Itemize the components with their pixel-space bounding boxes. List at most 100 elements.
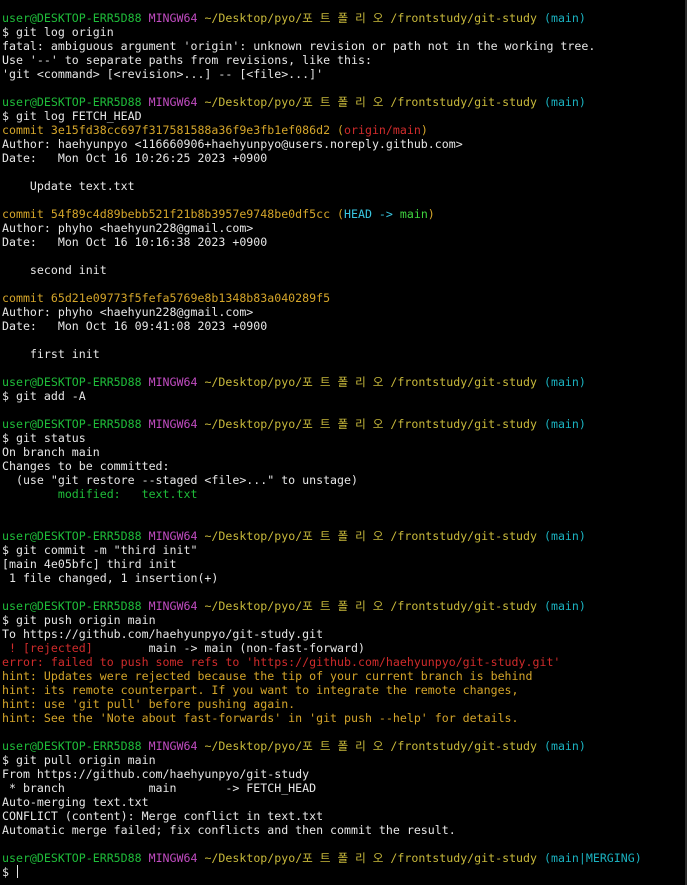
commit-author: Author: phyho <haehyun228@gmail.com> bbox=[2, 305, 254, 319]
command-text: git add -A bbox=[8, 389, 86, 403]
command-line: $ git status bbox=[2, 431, 687, 445]
prompt-user-host: user@DESKTOP-ERR5D88 bbox=[2, 375, 142, 389]
commit-ref-head: HEAD bbox=[344, 207, 372, 221]
prompt-line: user@DESKTOP-ERR5D88 MINGW64 ~/Desktop/p… bbox=[2, 375, 687, 389]
prompt-user-host: user@DESKTOP-ERR5D88 bbox=[2, 417, 142, 431]
push-rejected-line: ! [rejected] main -> main (non-fast-forw… bbox=[2, 641, 687, 655]
prompt-shell: MINGW64 bbox=[148, 599, 198, 613]
output-line: To https://github.com/haehyunpyo/git-stu… bbox=[2, 627, 324, 641]
commit-author: Author: haehyunpyo <116660906+haehyunpyo… bbox=[2, 137, 463, 151]
prompt-dollar: $ bbox=[2, 543, 9, 557]
commit-date: Date: Mon Oct 16 10:26:25 2023 +0900 bbox=[2, 151, 268, 165]
commit-hash: commit 54f89c4d89bebb521f21b8b3957e9748b… bbox=[2, 207, 331, 221]
command-line: $ git commit -m "third init" bbox=[2, 543, 687, 557]
hint-line: hint: use 'git pull' before pushing agai… bbox=[2, 697, 296, 711]
prompt-dollar: $ bbox=[2, 613, 9, 627]
command-line: $ git log origin bbox=[2, 25, 687, 39]
prompt-line: user@DESKTOP-ERR5D88 MINGW64 ~/Desktop/p… bbox=[2, 529, 687, 543]
hint-line: hint: Updates were rejected because the … bbox=[2, 669, 533, 683]
prompt-line: user@DESKTOP-ERR5D88 MINGW64 ~/Desktop/p… bbox=[2, 11, 687, 25]
commit-date: Date: Mon Oct 16 09:41:08 2023 +0900 bbox=[2, 319, 268, 333]
prompt-path: ~/Desktop/pyo/포 트 폴 리 오 /frontstudy/git-… bbox=[204, 739, 537, 753]
rejected-label: ! [rejected] bbox=[2, 641, 93, 655]
rejected-detail: main -> main (non-fast-forward) bbox=[92, 641, 365, 655]
commit-ref-origin-main: origin/main bbox=[344, 123, 421, 137]
commit-ref-paren: ( bbox=[337, 207, 345, 221]
prompt-dollar: $ bbox=[2, 431, 9, 445]
prompt-branch: (main) bbox=[543, 739, 586, 753]
command-text: git log FETCH_HEAD bbox=[8, 109, 142, 123]
commit-ref-paren: ) bbox=[427, 207, 435, 221]
prompt-path: ~/Desktop/pyo/포 트 폴 리 오 /frontstudy/git-… bbox=[204, 11, 537, 25]
prompt-dollar: $ bbox=[2, 25, 9, 39]
commit-date: Date: Mon Oct 16 10:16:38 2023 +0900 bbox=[2, 235, 268, 249]
prompt-branch: (main) bbox=[543, 11, 586, 25]
commit-hash-line: commit 54f89c4d89bebb521f21b8b3957e9748b… bbox=[2, 207, 687, 221]
prompt-user-host: user@DESKTOP-ERR5D88 bbox=[2, 11, 142, 25]
prompt-user-host: user@DESKTOP-ERR5D88 bbox=[2, 95, 142, 109]
command-line: $ git log FETCH_HEAD bbox=[2, 109, 687, 123]
output-line: Changes to be committed: bbox=[2, 459, 170, 473]
output-line: [main 4e05bfc] third init bbox=[2, 557, 177, 571]
active-command-line[interactable]: $ bbox=[2, 865, 687, 879]
prompt-shell: MINGW64 bbox=[148, 95, 198, 109]
prompt-path: ~/Desktop/pyo/포 트 폴 리 오 /frontstudy/git-… bbox=[204, 851, 537, 865]
prompt-branch-merging: (main|MERGING) bbox=[543, 851, 642, 865]
error-line: error: failed to push some refs to 'http… bbox=[2, 655, 561, 669]
hint-line: hint: its remote counterpart. If you wan… bbox=[2, 683, 519, 697]
prompt-shell: MINGW64 bbox=[148, 417, 198, 431]
output-line: (use "git restore --staged <file>..." to… bbox=[2, 473, 358, 487]
prompt-branch: (main) bbox=[543, 375, 586, 389]
commit-message: first init bbox=[2, 347, 100, 361]
prompt-dollar: $ bbox=[2, 109, 9, 123]
prompt-path: ~/Desktop/pyo/포 트 폴 리 오 /frontstudy/git-… bbox=[204, 599, 537, 613]
prompt-line: user@DESKTOP-ERR5D88 MINGW64 ~/Desktop/p… bbox=[2, 851, 687, 865]
prompt-user-host: user@DESKTOP-ERR5D88 bbox=[2, 599, 142, 613]
status-modified-file: modified: text.txt bbox=[2, 487, 198, 501]
commit-message: Update text.txt bbox=[2, 179, 135, 193]
commit-hash-line: commit 3e15fd38cc697f317581588a36f9e3fb1… bbox=[2, 123, 687, 137]
prompt-dollar: $ bbox=[2, 865, 16, 879]
prompt-shell: MINGW64 bbox=[148, 851, 198, 865]
command-text: git push origin main bbox=[8, 613, 156, 627]
prompt-dollar: $ bbox=[2, 753, 9, 767]
commit-ref-arrow: -> bbox=[371, 207, 400, 221]
commit-hash: commit 3e15fd38cc697f317581588a36f9e3fb1… bbox=[2, 123, 331, 137]
commit-hash-line: commit 65d21e09773f5fefa5769e8b1348b83a0… bbox=[2, 291, 687, 305]
command-line: $ git add -A bbox=[2, 389, 687, 403]
prompt-shell: MINGW64 bbox=[148, 11, 198, 25]
text-cursor bbox=[16, 865, 18, 878]
output-line: From https://github.com/haehyunpyo/git-s… bbox=[2, 767, 310, 781]
prompt-line: user@DESKTOP-ERR5D88 MINGW64 ~/Desktop/p… bbox=[2, 599, 687, 613]
command-text: git commit -m "third init" bbox=[8, 543, 198, 557]
hint-line: hint: See the 'Note about fast-forwards'… bbox=[2, 711, 519, 725]
prompt-shell: MINGW64 bbox=[148, 739, 198, 753]
output-line: Auto-merging text.txt bbox=[2, 795, 149, 809]
output-line: 1 file changed, 1 insertion(+) bbox=[2, 571, 219, 585]
prompt-branch: (main) bbox=[543, 529, 586, 543]
prompt-user-host: user@DESKTOP-ERR5D88 bbox=[2, 851, 142, 865]
prompt-branch: (main) bbox=[543, 417, 586, 431]
commit-ref-paren: ) bbox=[420, 123, 428, 137]
prompt-shell: MINGW64 bbox=[148, 375, 198, 389]
terminal-window[interactable]: user@DESKTOP-ERR5D88 MINGW64 ~/Desktop/p… bbox=[0, 0, 687, 885]
prompt-user-host: user@DESKTOP-ERR5D88 bbox=[2, 739, 142, 753]
command-line: $ git pull origin main bbox=[2, 753, 687, 767]
commit-message: second init bbox=[2, 263, 107, 277]
prompt-path: ~/Desktop/pyo/포 트 폴 리 오 /frontstudy/git-… bbox=[204, 529, 537, 543]
prompt-line: user@DESKTOP-ERR5D88 MINGW64 ~/Desktop/p… bbox=[2, 417, 687, 431]
prompt-user-host: user@DESKTOP-ERR5D88 bbox=[2, 529, 142, 543]
prompt-path: ~/Desktop/pyo/포 트 폴 리 오 /frontstudy/git-… bbox=[204, 417, 537, 431]
output-line: Use '--' to separate paths from revision… bbox=[2, 53, 372, 67]
output-line: On branch main bbox=[2, 445, 100, 459]
